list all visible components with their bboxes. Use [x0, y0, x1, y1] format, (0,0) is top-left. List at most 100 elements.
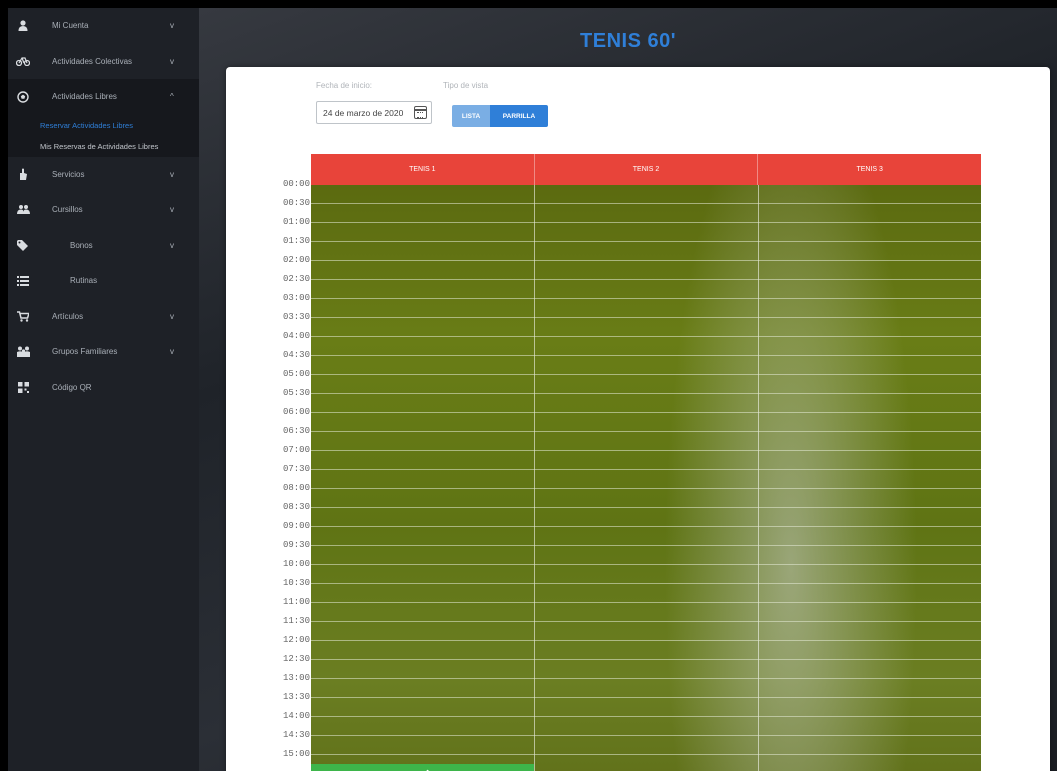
check-icon	[416, 766, 430, 771]
time-label: 14:30	[282, 730, 310, 740]
time-slot-row	[311, 640, 981, 641]
time-label: 01:00	[282, 217, 310, 227]
time-label: 14:00	[282, 711, 310, 721]
sidebar-item-articulos[interactable]: Artículos v	[8, 299, 199, 335]
time-slot-row	[311, 393, 981, 394]
schedule-grid[interactable]	[311, 185, 981, 771]
time-label: 09:00	[282, 521, 310, 531]
time-slot-row	[311, 355, 981, 356]
time-slot-row	[311, 735, 981, 736]
start-date-label: Fecha de inicio:	[316, 81, 373, 90]
time-label: 12:00	[282, 635, 310, 645]
time-label: 00:00	[282, 179, 310, 189]
time-slot-row	[311, 564, 981, 565]
time-label: 08:00	[282, 483, 310, 493]
sidebar-item-label: Actividades Libres	[52, 92, 117, 102]
chevron-down-icon: v	[170, 205, 174, 215]
time-label: 01:30	[282, 236, 310, 246]
time-slot-row	[311, 203, 981, 204]
court-header-tenis-1: TENIS 1	[311, 154, 535, 185]
time-slot-row	[311, 241, 981, 242]
view-list-button[interactable]: LISTA	[452, 105, 490, 127]
sidebar-item-grupos-familiares[interactable]: Grupos Familiares v	[8, 334, 199, 370]
time-slot-row	[311, 583, 981, 584]
time-slot-row	[311, 526, 981, 527]
sidebar-item-label: Grupos Familiares	[52, 347, 118, 357]
qr-code-icon	[16, 380, 30, 394]
schedule-card: Fecha de inicio: Tipo de vista 24 de mar…	[226, 67, 1050, 771]
time-label: 09:30	[282, 540, 310, 550]
time-label: 11:30	[282, 616, 310, 626]
time-label: 13:30	[282, 692, 310, 702]
sidebar-item-label: Bonos	[70, 240, 93, 250]
chevron-down-icon: v	[170, 169, 174, 179]
court-header-tenis-3: TENIS 3	[758, 154, 982, 185]
time-label: 13:00	[282, 673, 310, 683]
chevron-up-icon: ^	[170, 92, 174, 102]
sidebar-item-label: Actividades Colectivas	[52, 56, 133, 66]
family-icon	[16, 345, 30, 359]
time-slot-row	[311, 336, 981, 337]
time-slot-row	[311, 279, 981, 280]
chevron-down-icon: v	[170, 240, 174, 250]
user-icon	[16, 19, 30, 33]
time-slot-row	[311, 450, 981, 451]
bicycle-icon	[16, 54, 30, 68]
time-label: 15:00	[282, 749, 310, 759]
page-title: TENIS 60'	[580, 30, 676, 52]
time-slot-row	[311, 678, 981, 679]
time-label: 11:00	[282, 597, 310, 607]
time-label: 04:00	[282, 331, 310, 341]
chevron-down-icon: v	[170, 21, 174, 31]
sidebar-item-rutinas[interactable]: Rutinas	[8, 263, 199, 299]
submenu-mis-reservas[interactable]: Mis Reservas de Actividades Libres	[8, 135, 199, 157]
time-slot-row	[311, 412, 981, 413]
tags-icon	[16, 238, 30, 252]
time-slot-row	[311, 507, 981, 508]
sidebar-item-label: Código QR	[52, 382, 92, 392]
app-frame: Mi Cuenta v Actividades Colectivas v Act…	[8, 8, 1057, 771]
time-slot-row	[311, 298, 981, 299]
sidebar-item-actividades-libres[interactable]: Actividades Libres ^	[8, 79, 199, 115]
sidebar-item-codigo-qr[interactable]: Código QR	[8, 370, 199, 406]
time-label: 00:30	[282, 198, 310, 208]
list-icon	[16, 274, 30, 288]
sidebar-item-mi-cuenta[interactable]: Mi Cuenta v	[8, 8, 199, 44]
sidebar: Mi Cuenta v Actividades Colectivas v Act…	[8, 8, 199, 771]
sidebar-item-cursillos[interactable]: Cursillos v	[8, 192, 199, 228]
time-slot-row	[311, 545, 981, 546]
time-slot-row	[311, 602, 981, 603]
time-label: 07:30	[282, 464, 310, 474]
time-slot-row	[311, 697, 981, 698]
court-header-tenis-2: TENIS 2	[534, 154, 759, 185]
group-icon	[16, 203, 30, 217]
chevron-down-icon: v	[170, 311, 174, 321]
time-slot-row	[311, 659, 981, 660]
time-label: 03:30	[282, 312, 310, 322]
time-label: 10:00	[282, 559, 310, 569]
time-slot-row	[311, 469, 981, 470]
time-label: 06:00	[282, 407, 310, 417]
sidebar-item-actividades-colectivas[interactable]: Actividades Colectivas v	[8, 44, 199, 80]
time-label: 12:30	[282, 654, 310, 664]
sidebar-item-servicios[interactable]: Servicios v	[8, 157, 199, 193]
submenu-reservar-actividades-libres[interactable]: Reservar Actividades Libres	[8, 114, 199, 136]
calendar-icon[interactable]	[414, 106, 427, 119]
court-divider	[758, 185, 759, 771]
sidebar-item-label: Rutinas	[70, 276, 98, 286]
start-date-input[interactable]: 24 de marzo de 2020	[316, 101, 432, 124]
time-slot-row	[311, 374, 981, 375]
sidebar-item-label: Cursillos	[52, 205, 83, 215]
sidebar-item-bonos[interactable]: Bonos v	[8, 228, 199, 264]
start-date-value: 24 de marzo de 2020	[323, 107, 404, 118]
available-slot-tenis-1[interactable]	[311, 764, 534, 771]
time-label: 05:30	[282, 388, 310, 398]
sidebar-item-label: Servicios	[52, 169, 85, 179]
soccer-ball-icon	[16, 90, 30, 104]
time-label: 02:00	[282, 255, 310, 265]
courts-header: TENIS 1 TENIS 2 TENIS 3	[311, 154, 982, 185]
view-grid-button[interactable]: PARRILLA	[490, 105, 548, 127]
time-label: 02:30	[282, 274, 310, 284]
view-type-toggle: LISTA PARRILLA	[452, 105, 548, 127]
time-slot-row	[311, 754, 981, 755]
